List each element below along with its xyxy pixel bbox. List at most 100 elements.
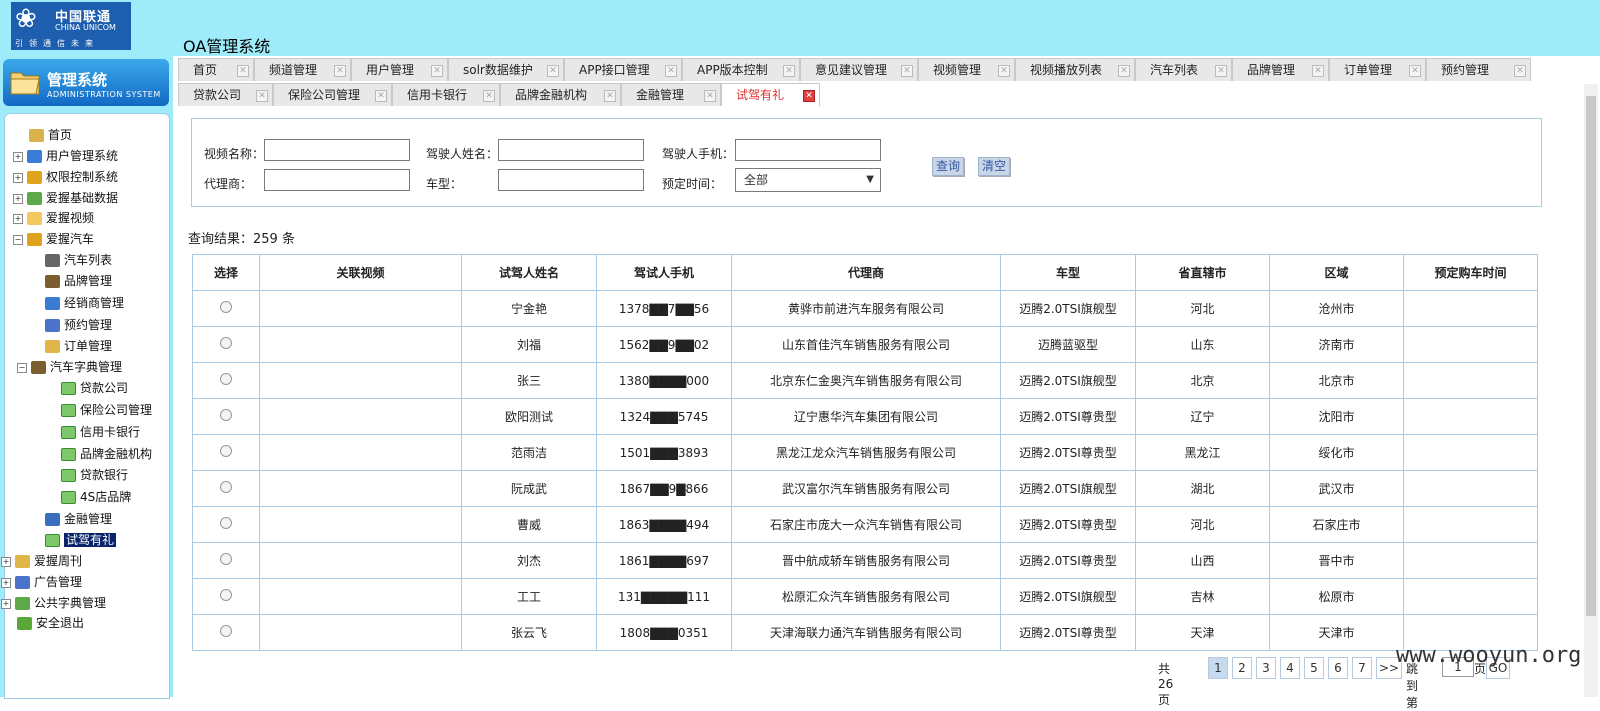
expand-icon[interactable]: + [1,598,11,609]
tab[interactable]: solr数据维护 ✕ [448,58,564,81]
close-icon[interactable]: ✕ [665,65,677,77]
tab[interactable]: 保险公司管理 ✕ [273,83,392,106]
query-button[interactable]: 查询 [932,157,965,176]
sidebar-item[interactable]: 品牌金融机构 [61,445,152,463]
row-radio[interactable] [220,409,232,421]
tab[interactable]: 汽车列表 ✕ [1135,58,1232,81]
sidebar-item[interactable]: + 爱握视频 [13,209,94,227]
driver-name-input[interactable] [498,139,644,161]
sidebar-item[interactable]: 经销商管理 [45,294,124,312]
close-icon[interactable]: ✕ [483,90,495,102]
tab[interactable]: 贷款公司 ✕ [178,83,273,106]
sidebar-item[interactable]: 金融管理 [45,510,112,528]
expand-icon[interactable]: + [13,172,23,183]
vertical-scrollbar[interactable] [1584,84,1598,697]
close-icon[interactable]: ✕ [237,65,249,77]
close-icon[interactable]: ✕ [783,65,795,77]
tab[interactable]: 视频管理 ✕ [918,58,1015,81]
page-button[interactable]: 7 [1352,657,1372,679]
close-icon[interactable]: ✕ [1409,65,1421,77]
sidebar-item[interactable]: 保险公司管理 [61,401,152,419]
sidebar-item[interactable]: + 用户管理系统 [13,147,118,165]
page-button[interactable]: 2 [1232,657,1252,679]
close-icon[interactable]: ✕ [704,90,716,102]
tab[interactable]: APP接口管理 ✕ [564,58,682,81]
tab[interactable]: 意见建议管理 ✕ [800,58,918,81]
tab[interactable]: 频道管理 ✕ [254,58,351,81]
sidebar-item[interactable]: 安全退出 [17,614,84,632]
scrollbar-thumb[interactable] [1586,96,1596,616]
collapse-icon[interactable]: − [13,234,23,245]
close-icon[interactable]: ✕ [547,65,559,77]
close-icon[interactable]: ✕ [1514,65,1526,77]
close-icon[interactable]: ✕ [256,90,268,102]
expand-icon[interactable]: + [13,213,23,224]
tab[interactable]: APP版本控制 ✕ [682,58,800,81]
tab[interactable]: 视频播放列表 ✕ [1015,58,1135,81]
sidebar-item[interactable]: + 公共字典管理 [1,594,106,612]
page-button[interactable]: 3 [1256,657,1276,679]
row-radio[interactable] [220,589,232,601]
close-icon[interactable]: ✕ [998,65,1010,77]
model-input[interactable] [498,169,644,191]
tab[interactable]: 用户管理 ✕ [351,58,448,81]
sidebar-item[interactable]: − 爱握汽车 [13,230,94,248]
sidebar-item[interactable]: 汽车列表 [45,251,112,269]
clear-button[interactable]: 清空 [978,157,1011,176]
close-icon[interactable]: ✕ [375,90,387,102]
tab[interactable]: 品牌管理 ✕ [1232,58,1329,81]
sidebar-item[interactable]: + 爱握基础数据 [13,189,118,207]
sidebar-item[interactable]: + 权限控制系统 [13,168,118,186]
tab[interactable]: 试驾有礼 ✕ [721,83,820,106]
collapse-icon[interactable]: − [17,362,27,373]
expand-icon[interactable]: + [13,151,23,162]
tab[interactable]: 订单管理 ✕ [1329,58,1426,81]
tab[interactable]: 信用卡银行 ✕ [392,83,500,106]
sidebar-item[interactable]: 4S店品牌 [61,488,131,506]
page-button[interactable]: 1 [1208,657,1228,679]
sidebar-item[interactable]: 首页 [29,126,72,144]
row-radio[interactable] [220,625,232,637]
sidebar-item[interactable]: + 广告管理 [1,573,82,591]
close-icon[interactable]: ✕ [431,65,443,77]
driver-name-label: 驾驶人姓名： [426,147,499,161]
row-radio[interactable] [220,445,232,457]
expand-icon[interactable]: + [1,556,11,567]
expand-icon[interactable]: + [13,193,23,204]
page-button[interactable]: 6 [1328,657,1348,679]
sidebar-item[interactable]: 预约管理 [45,316,112,334]
sidebar-item[interactable]: − 汽车字典管理 [17,358,122,376]
sidebar-item[interactable]: + 爱握周刊 [1,552,82,570]
close-icon[interactable]: ✕ [901,65,913,77]
expand-icon[interactable]: + [1,577,11,588]
row-radio[interactable] [220,553,232,565]
close-icon[interactable]: ✕ [604,90,616,102]
agent-input[interactable] [264,169,410,191]
close-icon[interactable]: ✕ [803,90,815,102]
sidebar-item[interactable]: 贷款公司 [61,379,128,397]
sidebar-item[interactable]: 订单管理 [45,337,112,355]
window-icon [61,469,76,482]
row-radio[interactable] [220,301,232,313]
page-button[interactable]: 5 [1304,657,1324,679]
sidebar-item[interactable]: 品牌管理 [45,272,112,290]
tab[interactable]: 预约管理 ✕ [1426,58,1531,81]
driver-phone-input[interactable] [735,139,881,161]
page-button[interactable]: 4 [1280,657,1300,679]
row-radio[interactable] [220,517,232,529]
close-icon[interactable]: ✕ [1215,65,1227,77]
row-radio[interactable] [220,337,232,349]
close-icon[interactable]: ✕ [334,65,346,77]
tab[interactable]: 品牌金融机构 ✕ [500,83,621,106]
row-radio[interactable] [220,481,232,493]
sidebar-item[interactable]: 试驾有礼 [45,531,117,549]
row-radio[interactable] [220,373,232,385]
reserve-time-select[interactable]: 全部 ▼ [735,168,881,192]
sidebar-item[interactable]: 信用卡银行 [61,423,140,441]
tab[interactable]: 首页 ✕ [178,58,254,81]
sidebar-item[interactable]: 贷款银行 [61,466,128,484]
video-name-input[interactable] [264,139,410,161]
tab[interactable]: 金融管理 ✕ [621,83,721,106]
close-icon[interactable]: ✕ [1312,65,1324,77]
close-icon[interactable]: ✕ [1118,65,1130,77]
